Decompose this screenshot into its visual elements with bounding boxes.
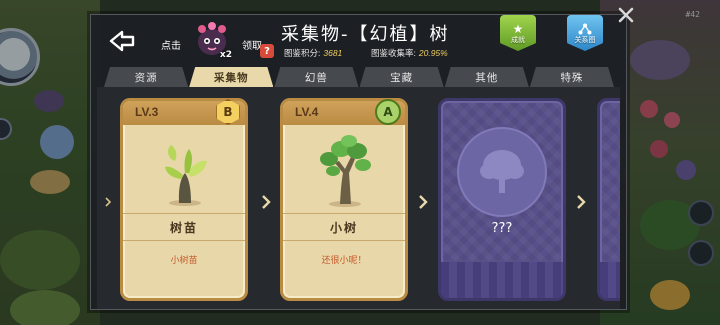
locked-portrait (457, 127, 547, 217)
chevron-right-icon (574, 191, 588, 213)
relations-button[interactable]: 关系图 (567, 15, 603, 51)
help-icon[interactable]: ? (260, 44, 274, 58)
tab-resources[interactable]: 资源 (104, 67, 188, 87)
collection-panel: 点击 x2 领取 采集物-【幻植】树 ? 图鉴积分: 3681 图鉴收集率: 20.… (90, 14, 627, 310)
achievement-button[interactable]: ★ 成就 (500, 15, 536, 51)
back-button[interactable] (107, 29, 137, 53)
network-icon (578, 23, 592, 35)
rate-label: 图鉴收集率: (371, 48, 416, 58)
collection-card-sapling[interactable]: LV.3 B 树苗 小树苗 (120, 98, 248, 301)
collection-card-small-tree[interactable]: LV.4 A 小树 还很小呢！ (280, 98, 408, 301)
card-description: 还很小呢！ (321, 256, 367, 266)
sapling-icon (165, 145, 207, 206)
page-title: 采集物-【幻植】树 (281, 24, 450, 45)
claim-reward-mascot[interactable]: x2 (190, 20, 234, 60)
card-name: ??? (491, 221, 513, 236)
chevron-right-icon (101, 191, 115, 213)
panel-header: 点击 x2 领取 采集物-【幻植】树 ? 图鉴积分: 3681 图鉴收集率: 20.… (91, 15, 626, 67)
score-label: 图鉴积分: (284, 48, 321, 58)
tab-collectibles[interactable]: 采集物 (189, 67, 273, 87)
card-level: LV.4 (295, 105, 319, 119)
chevron-right-icon (259, 191, 273, 213)
claim-suffix-text: 领取 (242, 41, 262, 52)
card-name: 树苗 (169, 220, 198, 235)
close-icon (618, 7, 634, 23)
card-pattern-band (441, 262, 563, 298)
card-description: 小树苗 (170, 256, 198, 266)
collection-card-locked[interactable]: ??? (438, 98, 566, 301)
tab-others[interactable]: 其他 (445, 67, 529, 87)
collection-score: 图鉴积分: 3681 (284, 47, 342, 59)
card-gallery: LV.3 B 树苗 小树苗 LV.4 A 小树 还很小呢！ ??? (97, 87, 620, 309)
card-name-bar: 小树 (283, 213, 405, 241)
relations-label: 关系图 (574, 36, 596, 44)
tab-special[interactable]: 特殊 (530, 67, 614, 87)
chevron-right-icon (416, 191, 430, 213)
close-button[interactable] (615, 4, 637, 26)
card-pattern-band (600, 262, 620, 298)
grade-badge: A (375, 99, 401, 125)
collection-card-locked-partial[interactable] (597, 98, 620, 301)
back-arrow-icon (109, 30, 135, 52)
tab-beasts[interactable]: 幻兽 (274, 67, 358, 87)
small-tree-icon (320, 135, 371, 207)
card-name: 小树 (329, 220, 358, 235)
score-value: 3681 (323, 48, 343, 58)
claim-prefix-text: 点击 (161, 41, 181, 52)
mascot-count: x2 (219, 50, 232, 60)
tab-treasures[interactable]: 宝藏 (360, 67, 444, 87)
card-level: LV.3 (135, 105, 159, 119)
rate-value: 20.95% (418, 48, 448, 58)
category-tabs: 资源 采集物 幻兽 宝藏 其他 特殊 (104, 67, 614, 87)
star-icon: ★ (512, 22, 524, 36)
collection-rate: 图鉴收集率: 20.95% (371, 47, 448, 59)
achievement-label: 成就 (511, 36, 525, 44)
tree-silhouette-icon (480, 150, 524, 193)
card-name-bar: 树苗 (123, 213, 245, 241)
